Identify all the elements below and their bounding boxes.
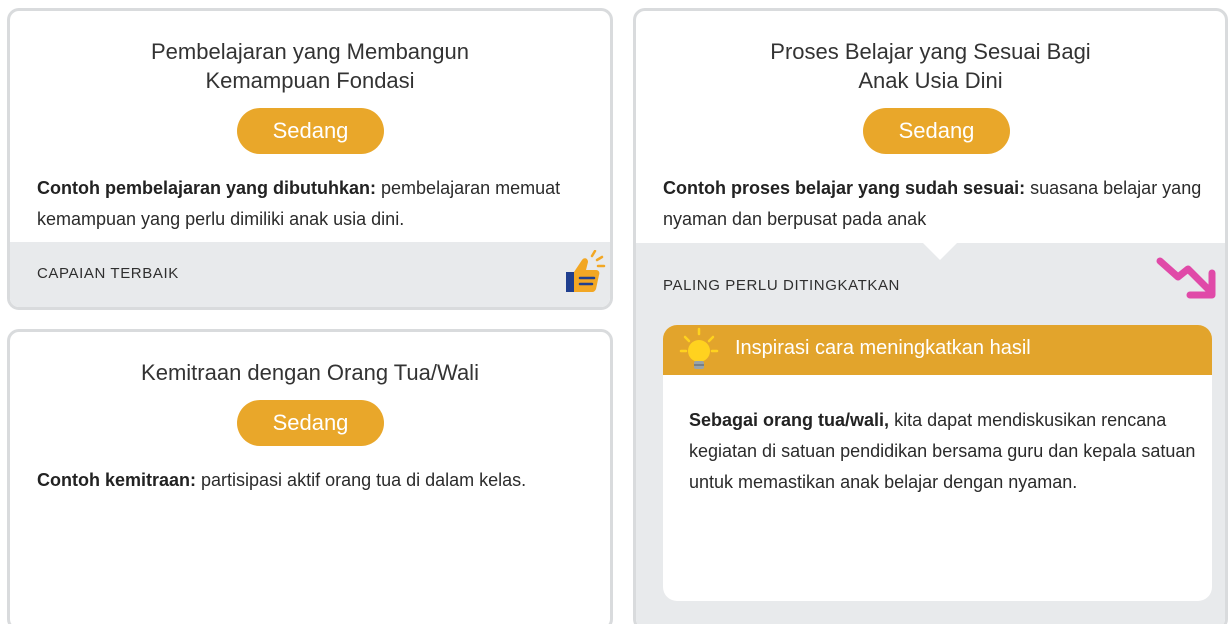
- card-title-line2: Anak Usia Dini: [858, 68, 1003, 93]
- status-badge: Sedang: [237, 400, 384, 446]
- status-badge: Sedang: [237, 108, 384, 154]
- inspiration-title: Inspirasi cara meningkatkan hasil: [735, 337, 1031, 359]
- card-title-line1: Proses Belajar yang Sesuai Bagi: [770, 39, 1091, 64]
- lightbulb-icon: [679, 327, 719, 369]
- example-label: Contoh kemitraan:: [37, 470, 197, 490]
- speech-pointer: [922, 242, 958, 260]
- inspiration-box: Inspirasi cara meningkatkan hasil Sebaga…: [663, 325, 1212, 601]
- inspiration-text-bold: Sebagai orang tua/wali,: [689, 410, 890, 430]
- status-badge: Sedang: [863, 108, 1010, 154]
- inspiration-text: Sebagai orang tua/wali, kita dapat mendi…: [689, 405, 1199, 498]
- example-text: Contoh kemitraan: partisipasi aktif oran…: [37, 465, 597, 496]
- card-learning-process: Proses Belajar yang Sesuai Bagi Anak Usi…: [633, 8, 1228, 624]
- thumbs-up-icon: [566, 250, 606, 292]
- card-footer: PALING PERLU DITINGKATKAN Inspirasi cara…: [636, 242, 1225, 624]
- card-title-line2: Kemampuan Fondasi: [205, 68, 415, 93]
- footer-label: PALING PERLU DITINGKATKAN: [663, 277, 900, 294]
- example-text: Contoh pembelajaran yang dibutuhkan: pem…: [37, 173, 597, 235]
- example-label: Contoh pembelajaran yang dibutuhkan:: [37, 178, 377, 198]
- inspiration-header: Inspirasi cara meningkatkan hasil: [663, 325, 1212, 375]
- example-text: Contoh proses belajar yang sudah sesuai:…: [663, 173, 1218, 235]
- card-foundation-learning: Pembelajaran yang Membangun Kemampuan Fo…: [7, 8, 613, 310]
- trend-down-icon: [1156, 257, 1216, 299]
- card-title: Proses Belajar yang Sesuai Bagi Anak Usi…: [636, 37, 1225, 95]
- card-footer: CAPAIAN TERBAIK: [10, 242, 610, 307]
- card-title: Kemitraan dengan Orang Tua/Wali: [141, 360, 479, 385]
- example-label: Contoh proses belajar yang sudah sesuai:: [663, 178, 1026, 198]
- footer-label: CAPAIAN TERBAIK: [37, 265, 179, 282]
- card-title-line1: Pembelajaran yang Membangun: [151, 39, 469, 64]
- example-value: partisipasi aktif orang tua di dalam kel…: [196, 470, 527, 490]
- card-parent-partnership: Kemitraan dengan Orang Tua/Wali Sedang C…: [7, 329, 613, 624]
- card-title: Pembelajaran yang Membangun Kemampuan Fo…: [10, 37, 610, 95]
